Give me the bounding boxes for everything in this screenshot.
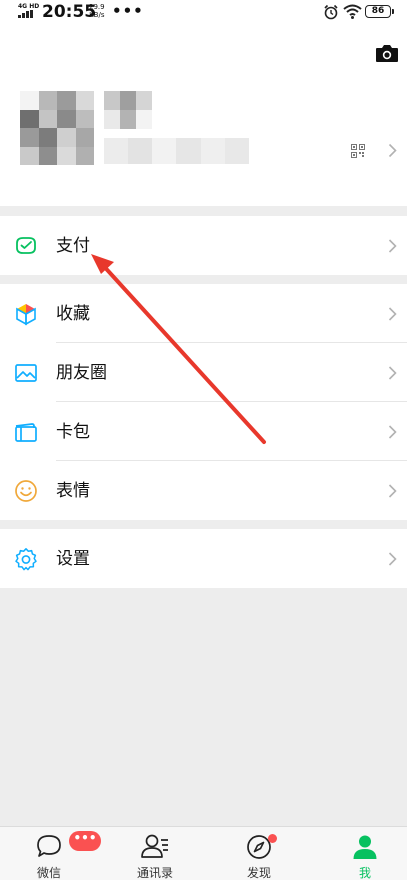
menu-label-cards: 卡包 <box>56 421 90 442</box>
alarm-icon <box>324 4 338 20</box>
tab-chats[interactable]: ••• 微信 <box>14 827 101 880</box>
tab-contacts[interactable]: 通讯录 <box>120 827 190 880</box>
network-speed: 29.9 KB/s <box>89 3 105 19</box>
nickname-redacted <box>104 91 152 129</box>
status-bar: 4G HD 20:55 29.9 KB/s ••• 86 <box>0 0 407 26</box>
menu-item-favorites[interactable]: 收藏 <box>0 284 407 343</box>
menu-label-pay: 支付 <box>56 235 90 256</box>
tab-discover[interactable]: 发现 <box>224 827 294 880</box>
tab-label-discover: 发现 <box>246 866 271 880</box>
person-icon <box>353 835 377 859</box>
more-notifications: ••• <box>112 2 144 20</box>
card-icon <box>15 422 37 442</box>
chevron-right-icon <box>388 424 397 439</box>
chevron-right-icon <box>388 365 397 380</box>
gear-icon <box>15 547 37 570</box>
menu-label-stickers: 表情 <box>56 480 90 501</box>
tab-me[interactable]: 我 <box>330 827 400 880</box>
wifi-icon <box>343 4 362 19</box>
new-dot <box>268 834 277 843</box>
menu-group-main: 收藏 朋友圈 卡包 表情 <box>0 284 407 520</box>
tab-label-contacts: 通讯录 <box>136 866 173 880</box>
chevron-right-icon <box>388 238 397 253</box>
chevron-right-icon <box>388 306 397 321</box>
tab-label-chats: 微信 <box>36 866 61 880</box>
chevron-right-icon <box>388 483 397 498</box>
picture-icon <box>15 363 37 382</box>
menu-item-cards[interactable]: 卡包 <box>0 402 407 461</box>
battery-indicator: 86 <box>365 5 394 18</box>
profile-header[interactable] <box>0 26 407 206</box>
camera-icon[interactable] <box>375 43 399 63</box>
cube-icon <box>16 303 36 325</box>
menu-group-pay: 支付 <box>0 216 407 275</box>
account-id-redacted <box>104 138 249 164</box>
clock: 20:55 <box>42 2 97 22</box>
menu-label-moments: 朋友圈 <box>56 362 107 383</box>
contacts-icon <box>141 834 168 858</box>
menu-item-moments[interactable]: 朋友圈 <box>0 343 407 402</box>
network-type: 4G HD <box>18 3 40 10</box>
signal-icon <box>18 10 33 18</box>
menu-item-settings[interactable]: 设置 <box>0 529 407 588</box>
avatar[interactable] <box>20 91 94 165</box>
tab-bar: ••• 微信 通讯录 发现 我 <box>0 826 407 880</box>
speed-unit: KB/s <box>89 11 105 19</box>
chat-bubble-icon <box>37 835 61 857</box>
menu-label-favorites: 收藏 <box>56 303 90 324</box>
menu-group-settings: 设置 <box>0 529 407 588</box>
wallet-check-icon <box>16 236 36 254</box>
chevron-right-icon <box>388 551 397 566</box>
qrcode-icon[interactable] <box>351 144 365 158</box>
unread-badge: ••• <box>69 831 101 851</box>
speed-value: 29.9 <box>89 3 105 11</box>
menu-item-pay[interactable]: 支付 <box>0 216 407 275</box>
smile-icon <box>15 479 37 502</box>
chevron-right-icon <box>388 143 397 158</box>
menu-item-stickers[interactable]: 表情 <box>0 461 407 520</box>
menu-label-settings: 设置 <box>56 548 90 569</box>
tab-label-me: 我 <box>358 866 371 880</box>
